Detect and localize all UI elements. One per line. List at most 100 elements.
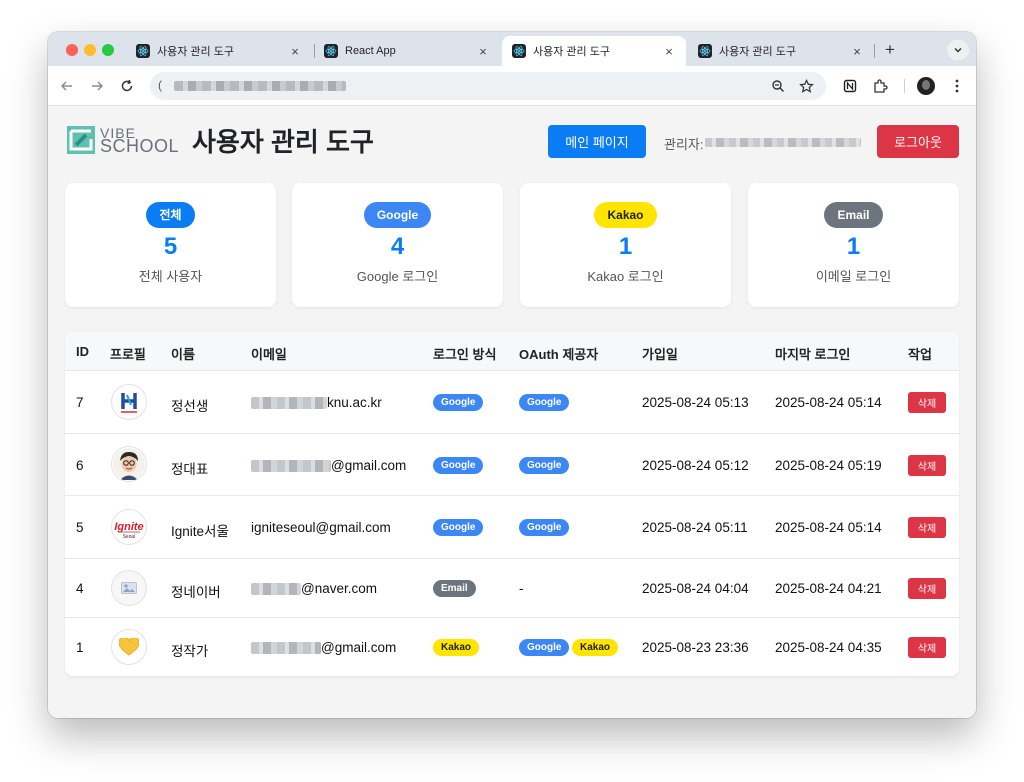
last-login-date: 2025-08-24 04:21 [775, 581, 882, 596]
user-id: 1 [76, 640, 84, 655]
address-bar[interactable]: ( [150, 72, 826, 100]
stat-label-email: 이메일 로그인 [815, 269, 892, 284]
stat-badge-google: Google [363, 202, 432, 228]
logout-button[interactable]: 로그아웃 [877, 125, 959, 158]
last-login-date: 2025-08-24 05:14 [775, 520, 882, 535]
oauth-provider-badge: Google [519, 519, 570, 536]
person-caricature-icon [113, 448, 145, 480]
email-blurred [251, 583, 301, 596]
browser-tab-3-active[interactable]: 사용자 관리 도구 × [502, 36, 686, 66]
browser-tab-2[interactable]: React App × [314, 36, 500, 66]
users-table: ID 프로필 이름 이메일 로그인 방식 OAuth 제공자 가입일 마지막 로… [65, 332, 959, 676]
page-title: 사용자 관리 도구 [192, 127, 374, 157]
close-window-button[interactable] [66, 44, 78, 56]
oauth-provider-badge: Google [519, 639, 570, 656]
bookmark-star-icon[interactable] [798, 78, 814, 94]
email-blurred [251, 460, 331, 473]
login-method-badge: Kakao [433, 639, 480, 656]
tab-strip: 사용자 관리 도구 × React App × 사용자 관리 도구 × 사용자 … [48, 32, 976, 66]
browser-tab-4[interactable]: 사용자 관리 도구 × [688, 36, 874, 66]
login-method-badge: Email [433, 580, 476, 597]
react-favicon-icon [698, 44, 712, 58]
stat-badge-total: 전체 [146, 202, 195, 228]
tab-divider [874, 44, 875, 58]
stat-count-email: 1 [846, 233, 861, 260]
forward-button[interactable] [88, 77, 106, 95]
chevron-down-icon [954, 47, 962, 53]
last-login-date: 2025-08-24 05:19 [775, 458, 882, 473]
login-method-badge: Google [433, 457, 484, 474]
reload-button[interactable] [118, 77, 136, 95]
column-header-actions: 작업 [908, 347, 932, 362]
stat-count-kakao: 1 [618, 233, 633, 260]
column-header-joined: 가입일 [642, 347, 678, 362]
oauth-provider-badge: Google [519, 457, 570, 474]
tab-title: 사용자 관리 도구 [157, 46, 234, 58]
admin-label: 관리자: [664, 137, 704, 152]
menu-kebab-icon[interactable] [948, 77, 966, 95]
user-name: 정네이버 [171, 585, 221, 600]
user-id: 7 [76, 395, 84, 410]
delete-user-button[interactable]: 삭제 [908, 392, 946, 413]
delete-user-button[interactable]: 삭제 [908, 517, 946, 538]
stat-label-google: Google 로그인 [356, 269, 439, 284]
stat-card-total: 전체 5 전체 사용자 [65, 183, 276, 307]
browser-window: 사용자 관리 도구 × React App × 사용자 관리 도구 × 사용자 … [48, 32, 976, 718]
react-favicon-icon [512, 44, 526, 58]
tab-close-icon[interactable]: × [662, 44, 676, 59]
logo-line-2: SCHOOL [100, 136, 180, 156]
back-button[interactable] [58, 77, 76, 95]
vibe-school-logo: VIBE SCHOOL [66, 125, 179, 155]
joined-date: 2025-08-24 05:12 [642, 458, 749, 473]
last-login-date: 2025-08-24 04:35 [775, 640, 882, 655]
profile-avatar-icon[interactable] [917, 77, 935, 95]
tab-title: React App [345, 45, 396, 57]
stat-count-google: 4 [390, 233, 405, 260]
tab-search-button[interactable] [947, 40, 969, 60]
avatar [111, 570, 147, 606]
user-name: 정대표 [171, 462, 209, 477]
avatar [111, 629, 147, 665]
user-name: 정선생 [171, 399, 209, 414]
tab-close-icon[interactable]: × [288, 44, 302, 59]
university-logo-icon [121, 393, 137, 413]
oauth-provider-badge: Google [519, 394, 570, 411]
minimize-window-button[interactable] [84, 44, 96, 56]
avatar [111, 446, 147, 482]
delete-user-button[interactable]: 삭제 [908, 637, 946, 658]
notion-extension-icon[interactable] [841, 77, 859, 95]
table-row: 4 정네이버 @naver.com Email - 2025-08-24 04:… [65, 559, 959, 618]
extensions-puzzle-icon[interactable] [871, 77, 889, 95]
zoom-icon[interactable] [770, 78, 786, 94]
stat-badge-email: Email [824, 202, 883, 228]
vibe-school-logo-icon [67, 126, 95, 154]
delete-user-button[interactable]: 삭제 [908, 455, 946, 476]
stat-count-total: 5 [163, 233, 178, 260]
react-favicon-icon [324, 44, 338, 58]
table-row: 1 정작가 @gmail.com Kakao Google Kakao 2025… [65, 618, 959, 676]
oauth-provider-empty: - [519, 581, 524, 596]
column-header-last-login: 마지막 로그인 [775, 347, 851, 362]
table-row: 7 정선생 knu.ac.kr Google Google 2025-08-24… [65, 371, 959, 434]
joined-date: 2025-08-23 23:36 [642, 640, 749, 655]
maximize-window-button[interactable] [102, 44, 114, 56]
user-email: @naver.com [251, 581, 377, 596]
browser-tab-1[interactable]: 사용자 관리 도구 × [126, 36, 312, 66]
tab-title: 사용자 관리 도구 [719, 46, 796, 58]
table-row: 6 정대표 @gmail.com Google Google 2025-08-2… [65, 434, 959, 496]
column-header-id: ID [76, 344, 89, 359]
user-id: 4 [76, 581, 84, 596]
joined-date: 2025-08-24 05:13 [642, 395, 749, 410]
joined-date: 2025-08-24 04:04 [642, 581, 749, 596]
new-tab-button[interactable]: + [880, 40, 900, 60]
tab-close-icon[interactable]: × [476, 44, 490, 59]
site-info-icon[interactable]: ( [158, 78, 162, 92]
avatar: Ignite Seoul [111, 509, 147, 545]
oauth-provider-badge: Kakao [572, 639, 619, 656]
user-email: knu.ac.kr [251, 395, 382, 410]
tab-close-icon[interactable]: × [850, 44, 864, 59]
tab-title: 사용자 관리 도구 [533, 46, 610, 58]
delete-user-button[interactable]: 삭제 [908, 578, 946, 599]
browser-toolbar: ( [48, 66, 976, 106]
main-page-button[interactable]: 메인 페이지 [548, 125, 646, 158]
